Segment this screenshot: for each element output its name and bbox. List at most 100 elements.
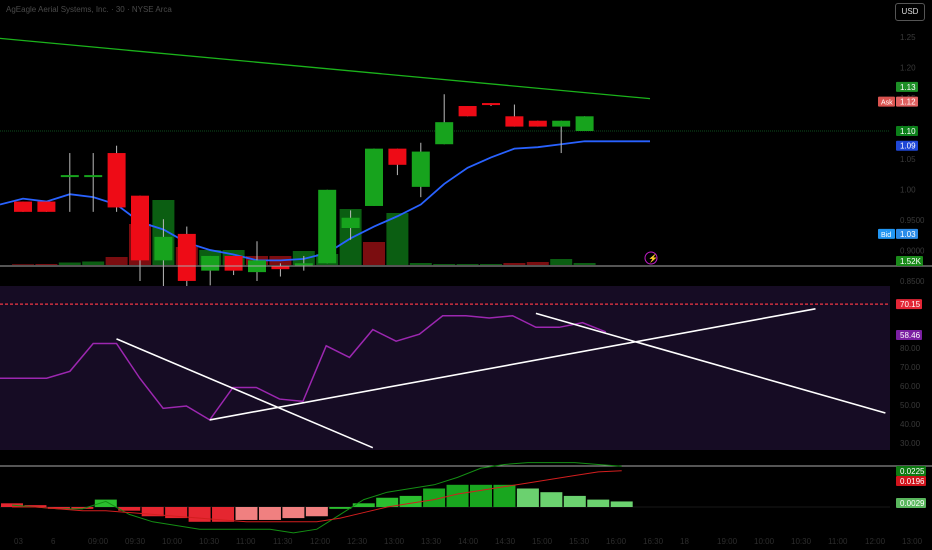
rsi-upper-label: 70.15: [900, 300, 921, 309]
volume-bar: [503, 263, 526, 265]
time-tick-label: 13:00: [902, 537, 923, 546]
macd-histogram-bar: [610, 501, 633, 507]
time-tick-label: 09:30: [125, 537, 146, 546]
rsi-tick-label: 70.00: [900, 363, 921, 372]
time-tick-label: 03: [14, 537, 23, 546]
candle-up: [411, 151, 430, 187]
time-tick-label: 11:00: [828, 537, 848, 546]
candle-down: [131, 195, 149, 261]
candle-down: [482, 103, 500, 106]
volume-bar: [105, 257, 128, 265]
candle-up: [575, 116, 594, 131]
rsi-value-label: 58.46: [900, 331, 921, 340]
volume-bar: [433, 264, 456, 265]
macd-histogram-bar: [563, 495, 586, 507]
time-tick-label: 16:30: [643, 537, 664, 546]
earnings-flash-glyph: ⚡: [648, 253, 658, 263]
time-tick-label: 10:30: [791, 537, 812, 546]
time-tick-label: 13:00: [384, 537, 405, 546]
volume-bar: [409, 263, 432, 265]
candle-down: [528, 120, 547, 127]
price-tick-label: 0.9500: [900, 216, 925, 225]
volume-bar: [550, 259, 573, 265]
candle-down: [458, 106, 477, 117]
time-tick-label: 09:00: [88, 537, 109, 546]
time-tick-label: 12:30: [347, 537, 368, 546]
volume-label: 1.52K: [900, 257, 922, 266]
currency-button[interactable]: USD: [895, 3, 925, 21]
bid-price-label: 1.03: [900, 230, 916, 239]
ma-price-label: 1.13: [900, 83, 916, 92]
volume-bar: [363, 242, 385, 265]
time-tick-label: 18: [680, 537, 689, 546]
time-tick-label: 14:30: [495, 537, 516, 546]
price-tick-label: 0.9000: [900, 247, 925, 256]
macd-histogram-bar: [282, 507, 305, 519]
volume-bar: [386, 213, 409, 265]
macd-histogram-bar: [516, 488, 539, 507]
candle-up: [154, 236, 173, 261]
price-tick-label: 1.25: [900, 33, 916, 42]
time-tick-label: 10:00: [162, 537, 183, 546]
candle-down: [388, 148, 407, 165]
time-tick-label: 11:30: [273, 537, 293, 546]
volume-bar: [573, 263, 596, 265]
price-pane[interactable]: ⚡: [0, 37, 932, 301]
price-tick-label: 1.05: [900, 155, 916, 164]
candle-down: [271, 266, 290, 270]
candle-up: [552, 120, 571, 127]
candle-down: [37, 201, 56, 212]
candle-up: [365, 148, 383, 206]
signal-value-label: 0.0196: [900, 477, 925, 486]
rsi-tick-label: 50.00: [900, 401, 921, 410]
macd-histogram-bar: [329, 507, 352, 509]
volume-bar: [12, 264, 34, 265]
macd-histogram-bar: [305, 507, 328, 517]
rsi-pane[interactable]: [0, 286, 932, 467]
chart-root[interactable]: ⚡ 03 6 09:00 09:30 10:00 10:30 11:00 11:30 12:00…: [0, 0, 932, 550]
time-tick-label: 12:00: [865, 537, 886, 546]
volume-bar: [82, 261, 105, 265]
time-tick-label: 12:00: [310, 537, 331, 546]
time-tick-label: 15:30: [569, 537, 590, 546]
candle-down: [14, 201, 32, 212]
ask-price-label: 1.12: [900, 98, 916, 107]
time-tick-label: 13:30: [421, 537, 442, 546]
time-tick-label: 10:30: [199, 537, 220, 546]
symbol-title: AgEagle Aerial Systems, Inc. · 30 · NYSE…: [6, 5, 172, 14]
volume-bar: [526, 262, 549, 265]
rsi-tick-label: 60.00: [900, 382, 921, 391]
candle-up: [435, 122, 454, 145]
candle-up: [318, 189, 337, 264]
price-tick-label: 1.20: [900, 64, 916, 73]
last-price-label: 1.10: [900, 127, 916, 136]
long-ma-line: [0, 37, 651, 100]
rsi-tick-label: 40.00: [900, 420, 921, 429]
ema-price-label: 1.09: [900, 142, 916, 151]
time-tick-label: 6: [51, 537, 56, 546]
volume-bar: [35, 264, 58, 265]
price-tick-label: 1.00: [900, 186, 916, 195]
time-tick-label: 10:00: [754, 537, 775, 546]
candle-up: [60, 175, 79, 178]
candle-up: [201, 255, 220, 271]
candle-down: [177, 233, 196, 281]
macd-histogram-bar: [352, 503, 375, 507]
macd-histogram-bar: [235, 507, 258, 520]
time-tick-label: 15:00: [532, 537, 553, 546]
bid-tag: Bid: [881, 232, 891, 239]
macd-histogram-bar: [258, 507, 281, 520]
macd-histogram-bar: [470, 484, 492, 507]
macd-histogram-bar: [399, 495, 422, 507]
histogram-value-label: 0.0029: [900, 499, 925, 508]
price-tick-label: 0.8500: [900, 277, 925, 286]
volume-bar: [58, 262, 81, 265]
candle-up: [84, 175, 103, 178]
volume-bar: [456, 264, 479, 265]
candle-down: [505, 116, 524, 127]
macd-histogram-bar: [587, 499, 610, 507]
macd-pane[interactable]: 03 6 09:00 09:30 10:00 10:30 11:00 11:30 12:00 12…: [0, 462, 923, 546]
ask-tag: Ask: [881, 100, 893, 107]
candle-up: [294, 263, 313, 266]
time-tick-label: 14:00: [458, 537, 479, 546]
